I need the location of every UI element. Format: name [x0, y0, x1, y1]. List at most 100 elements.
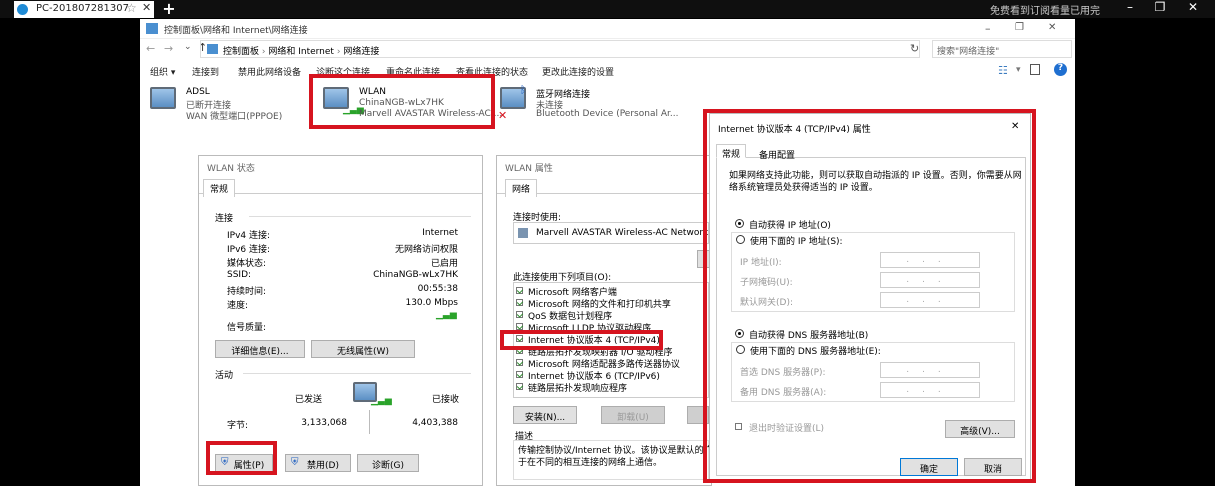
organize-menu[interactable]: 组织 ▾ — [150, 65, 175, 78]
description-line-1: 传输控制协议/Internet 协议。该协议是默认的广 — [518, 446, 713, 456]
speed-label: 速度: — [227, 301, 249, 311]
recent-dropdown-icon[interactable]: ⌄ — [184, 42, 192, 52]
back-arrow-icon[interactable]: ← — [146, 42, 155, 55]
disable-button[interactable]: ⛨ 禁用(D) — [285, 454, 351, 472]
remote-session-label: PC-201807281307 — [36, 3, 129, 14]
highlight-ipv4-item — [500, 330, 663, 350]
connection-device: WAN 微型端口(PPPOE) — [186, 112, 283, 122]
item-checkbox[interactable] — [516, 287, 523, 294]
minimize-button[interactable]: – — [1115, 0, 1145, 17]
connection-name: ADSL — [186, 87, 210, 97]
ipv4-value: Internet — [422, 228, 458, 238]
view-options-icon[interactable]: ☷ — [998, 64, 1008, 77]
adapter-box: Marvell AVASTAR Wireless-AC Network Co — [513, 222, 723, 244]
list-item[interactable]: Microsoft 网络客户端 — [516, 285, 708, 298]
received-label: 已接收 — [432, 395, 460, 405]
item-checkbox[interactable] — [516, 383, 523, 390]
wlan-status-dialog: WLAN 状态 常规 连接 IPv4 连接: Internet IPv6 连接:… — [198, 155, 483, 486]
computer-network-icon — [150, 87, 176, 109]
explorer-title: 控制面板\网络和 Internet\网络连接 — [164, 26, 308, 36]
list-item[interactable]: 链路层拓扑发现响应程序 — [516, 381, 708, 394]
highlight-properties-button — [206, 441, 277, 475]
disable-device-button[interactable]: 禁用此网络设备 — [238, 65, 301, 78]
divider — [243, 373, 471, 374]
wireless-properties-button[interactable]: 无线属性(W) — [311, 340, 415, 358]
activity-signal-icon: ▁▃▅ — [371, 396, 392, 406]
breadcrumb-network-internet[interactable]: 网络和 Internet — [268, 47, 334, 57]
uninstall-button[interactable]: 卸载(U) — [601, 406, 665, 424]
close-tab-icon[interactable]: ✕ — [142, 1, 151, 14]
remote-notice-text: 免费看到订阅看量已用完 — [990, 6, 1100, 17]
list-item[interactable]: Microsoft 网络适配器多路传送器协议 — [516, 357, 708, 370]
speed-value: 130.0 Mbps — [405, 298, 458, 308]
restore-button[interactable]: ❐ — [1145, 0, 1175, 17]
highlight-wlan-connection — [309, 74, 495, 129]
install-button[interactable]: 安装(N)... — [513, 406, 577, 424]
details-button[interactable]: 详细信息(E)... — [215, 340, 305, 358]
refresh-icon[interactable]: ↻ — [910, 42, 919, 55]
shield-icon: ⛨ — [291, 457, 299, 468]
address-box[interactable]: 控制面板 › 网络和 Internet › 网络连接 — [200, 40, 920, 58]
ssid-value: ChinaNGB-wLx7HK — [373, 270, 458, 280]
bytes-sent-value: 3,133,068 — [301, 418, 347, 428]
favorite-star-icon[interactable]: ☆ — [126, 1, 137, 15]
description-box: 传输控制协议/Internet 协议。该协议是默认的广 于在不同的相互连接的网络… — [513, 440, 713, 480]
tab-general[interactable]: 常规 — [203, 179, 236, 197]
connection-device: Bluetooth Device (Personal Ar... — [536, 109, 679, 119]
dialog-title: WLAN 状态 — [207, 164, 255, 174]
divider — [249, 216, 471, 217]
item-checkbox[interactable] — [516, 371, 523, 378]
tab-strip: 网络 — [497, 176, 711, 197]
activity-divider — [369, 410, 370, 434]
search-input[interactable]: 搜索"网络连接" — [932, 40, 1072, 58]
wlan-properties-dialog: WLAN 属性 网络 连接时使用: Marvell AVASTAR Wirele… — [496, 155, 723, 486]
adapter-icon — [518, 228, 528, 238]
list-item[interactable]: Microsoft 网络的文件和打印机共享 — [516, 297, 708, 310]
new-tab-button[interactable]: + — [160, 0, 178, 18]
list-item[interactable]: QoS 数据包计划程序 — [516, 309, 708, 322]
duration-value: 00:55:38 — [417, 284, 458, 294]
bluetooth-icon: ᛒ — [520, 85, 526, 96]
view-dropdown-icon[interactable]: ▾ — [1016, 65, 1021, 75]
breadcrumb-control-panel[interactable]: 控制面板 — [223, 47, 259, 57]
address-location-icon — [207, 44, 218, 54]
list-item[interactable]: Internet 协议版本 6 (TCP/IPv6) — [516, 369, 708, 382]
highlight-ipv4-dialog — [703, 109, 1036, 483]
preview-pane-icon[interactable] — [1030, 64, 1040, 75]
explorer-minimize-icon[interactable]: – — [985, 22, 991, 35]
media-state-label: 媒体状态: — [227, 259, 267, 269]
tab-strip: 常规 — [199, 176, 482, 197]
breadcrumb-network-connections[interactable]: 网络连接 — [343, 47, 379, 57]
ipv4-label: IPv4 连接: — [227, 231, 271, 241]
item-checkbox[interactable] — [516, 311, 523, 318]
dialog-title: WLAN 属性 — [505, 164, 553, 174]
bytes-label: 字节: — [227, 421, 249, 431]
sent-label: 已发送 — [295, 395, 323, 405]
adapter-name: Marvell AVASTAR Wireless-AC Network Co — [536, 228, 723, 238]
item-checkbox[interactable] — [516, 359, 523, 366]
remote-session-icon — [17, 4, 28, 15]
explorer-restore-icon[interactable]: ❐ — [1015, 22, 1024, 33]
duration-label: 持续时间: — [227, 287, 267, 297]
remote-session-tab[interactable]: PC-201807281307 ☆ ✕ — [14, 1, 154, 18]
forward-arrow-icon[interactable]: → — [164, 42, 173, 55]
item-checkbox[interactable] — [516, 299, 523, 306]
help-icon[interactable]: ? — [1054, 63, 1067, 76]
close-window-button[interactable]: ✕ — [1178, 0, 1208, 17]
list-item-label: 链路层拓扑发现响应程序 — [528, 384, 628, 394]
command-toolbar: 组织 ▾ 连接到 禁用此网络设备 诊断这个连接 重命名此连接 查看此连接的状态 … — [140, 61, 1075, 81]
control-panel-icon — [146, 23, 158, 34]
diagnose-button[interactable]: 诊断(G) — [357, 454, 419, 472]
ipv6-label: IPv6 连接: — [227, 245, 271, 255]
explorer-close-icon[interactable]: ✕ — [1048, 22, 1056, 33]
section-activity: 活动 — [215, 371, 234, 381]
signal-strength-icon: ▁▃▅ — [436, 310, 457, 320]
remote-tab-bar: PC-201807281307 ☆ ✕ + 免费看到订阅看量已用完 – ❐ ✕ — [0, 0, 1215, 18]
change-settings-button[interactable]: 更改此连接的设置 — [542, 65, 614, 78]
description-line-2: 于在不同的相互连接的网络上通信。 — [518, 458, 663, 468]
item-checkbox[interactable] — [516, 323, 523, 330]
connect-to-button[interactable]: 连接到 — [192, 65, 219, 78]
signal-quality-label: 信号质量: — [227, 323, 267, 333]
disconnected-x-icon: ✕ — [498, 109, 508, 122]
tab-network[interactable]: 网络 — [505, 179, 538, 197]
